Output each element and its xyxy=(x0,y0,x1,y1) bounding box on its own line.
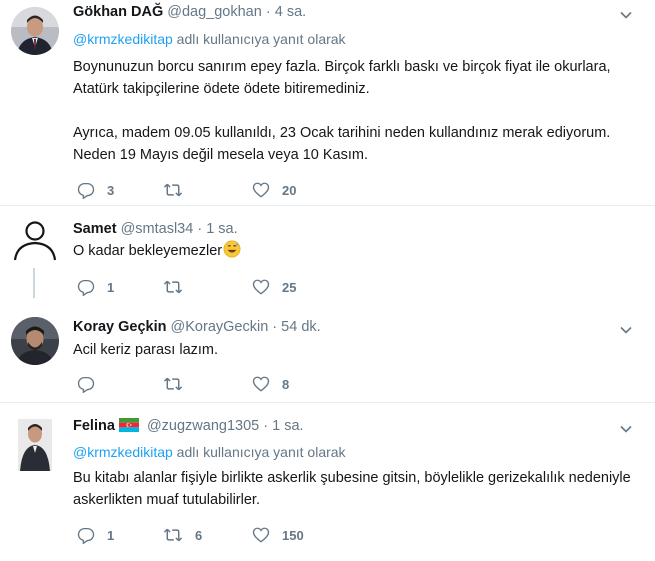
retweet-icon xyxy=(163,280,183,294)
heart-icon xyxy=(252,182,270,198)
reply-button[interactable] xyxy=(77,374,107,394)
like-button[interactable]: 8 xyxy=(252,374,289,394)
mention-link[interactable]: @krmzkedikitap xyxy=(73,31,173,47)
avatar-gokhan[interactable] xyxy=(11,7,59,55)
tweet-gokhan[interactable]: Gökhan DAĞ @dag_gokhan · 4 sa. @krmzkedi… xyxy=(0,0,655,200)
timestamp[interactable]: 1 sa. xyxy=(272,418,303,434)
separator-dot: · xyxy=(272,319,278,335)
tweet-samet[interactable]: Samet @smtasl34 · 1 sa. O kadar bekleyem… xyxy=(0,206,655,304)
replying-to: @krmzkedikitap adlı kullanıcıya yanıt ol… xyxy=(73,444,346,460)
avatar-samet[interactable] xyxy=(11,214,59,262)
tweet-paragraph: Bu kitabı alanlar fişiyle birlikte asker… xyxy=(73,470,631,508)
retweet-count: 6 xyxy=(195,527,203,543)
tweet-content: O kadar bekleyemezler xyxy=(73,243,223,259)
tweet-text: Bu kitabı alanlar fişiyle birlikte asker… xyxy=(73,467,633,511)
like-count: 20 xyxy=(282,182,297,198)
grinning-sweat-emoji-icon xyxy=(223,240,241,258)
azerbaijan-flag-icon xyxy=(118,418,139,432)
tweet-content: Acil keriz parası lazım. xyxy=(73,342,219,358)
retweet-button[interactable] xyxy=(163,180,195,200)
tweet-koray[interactable]: Koray Geçkin @KorayGeckin · 54 dk. Acil … xyxy=(0,304,655,400)
user-handle[interactable]: @zugzwang1305 xyxy=(147,418,259,434)
chevron-down-icon[interactable] xyxy=(619,422,633,436)
tweet-paragraph: Boynunuzun borcu sanırım epey fazla. Bir… xyxy=(73,59,611,97)
heart-icon xyxy=(252,527,270,543)
tweet-header: Felina @zugzwang1305 · 1 sa. xyxy=(73,418,304,434)
chevron-down-icon[interactable] xyxy=(619,8,633,22)
like-button[interactable]: 25 xyxy=(252,277,296,297)
tweet-text: Boynunuzun borcu sanırım epey fazla. Bir… xyxy=(73,56,633,166)
like-button[interactable]: 20 xyxy=(252,180,296,200)
heart-icon xyxy=(252,376,270,392)
tweet-text: Acil keriz parası lazım. xyxy=(73,339,633,361)
tweet-text: O kadar bekleyemezler xyxy=(73,240,633,262)
like-button[interactable]: 150 xyxy=(252,525,304,545)
reply-button[interactable]: 1 xyxy=(77,277,114,297)
separator-dot: · xyxy=(263,418,269,434)
chevron-down-icon[interactable] xyxy=(619,323,633,337)
like-count: 8 xyxy=(282,376,290,392)
tweet-felina[interactable]: Felina @zugzwang1305 · 1 sa. @krmzkediki… xyxy=(0,403,655,561)
user-handle[interactable]: @KorayGeckin xyxy=(171,319,269,335)
like-count: 150 xyxy=(282,527,304,543)
reply-count: 1 xyxy=(107,279,115,295)
timestamp[interactable]: 4 sa. xyxy=(275,4,306,20)
user-handle[interactable]: @dag_gokhan xyxy=(167,4,262,20)
avatar-felina[interactable] xyxy=(18,419,52,471)
reply-button[interactable]: 1 xyxy=(77,525,114,545)
reply-icon xyxy=(77,279,95,296)
retweet-icon xyxy=(163,377,183,391)
reply-icon xyxy=(77,182,95,199)
tweet-header: Samet @smtasl34 · 1 sa. xyxy=(73,221,238,237)
replying-to-label: adlı kullanıcıya yanıt olarak xyxy=(172,444,346,460)
reply-count: 3 xyxy=(107,182,115,198)
retweet-icon xyxy=(163,528,183,542)
avatar-koray[interactable] xyxy=(11,317,59,365)
retweet-button[interactable]: 6 xyxy=(163,525,202,545)
tweet-paragraph: Ayrıca, madem 09.05 kullanıldı, 23 Ocak … xyxy=(73,125,611,163)
replying-to-label: adlı kullanıcıya yanıt olarak xyxy=(172,31,346,47)
tweet-header: Koray Geçkin @KorayGeckin · 54 dk. xyxy=(73,319,321,335)
thread-line xyxy=(33,268,35,298)
user-handle[interactable]: @smtasl34 xyxy=(121,221,194,237)
replying-to: @krmzkedikitap adlı kullanıcıya yanıt ol… xyxy=(73,31,346,47)
retweet-icon xyxy=(163,183,183,197)
reply-icon xyxy=(77,376,95,393)
timestamp[interactable]: 1 sa. xyxy=(206,221,237,237)
like-count: 25 xyxy=(282,279,297,295)
separator-dot: · xyxy=(197,221,203,237)
display-name[interactable]: Felina xyxy=(73,418,115,434)
retweet-button[interactable] xyxy=(163,277,195,297)
heart-icon xyxy=(252,279,270,295)
reply-count: 1 xyxy=(107,527,115,543)
display-name[interactable]: Gökhan DAĞ xyxy=(73,4,163,20)
timestamp[interactable]: 54 dk. xyxy=(281,319,321,335)
mention-link[interactable]: @krmzkedikitap xyxy=(73,444,173,460)
display-name[interactable]: Koray Geçkin xyxy=(73,319,167,335)
reply-icon xyxy=(77,527,95,544)
tweet-header: Gökhan DAĞ @dag_gokhan · 4 sa. xyxy=(73,4,306,20)
display-name[interactable]: Samet xyxy=(73,221,117,237)
reply-button[interactable]: 3 xyxy=(77,180,114,200)
retweet-button[interactable] xyxy=(163,374,195,394)
separator-dot: · xyxy=(265,4,271,20)
